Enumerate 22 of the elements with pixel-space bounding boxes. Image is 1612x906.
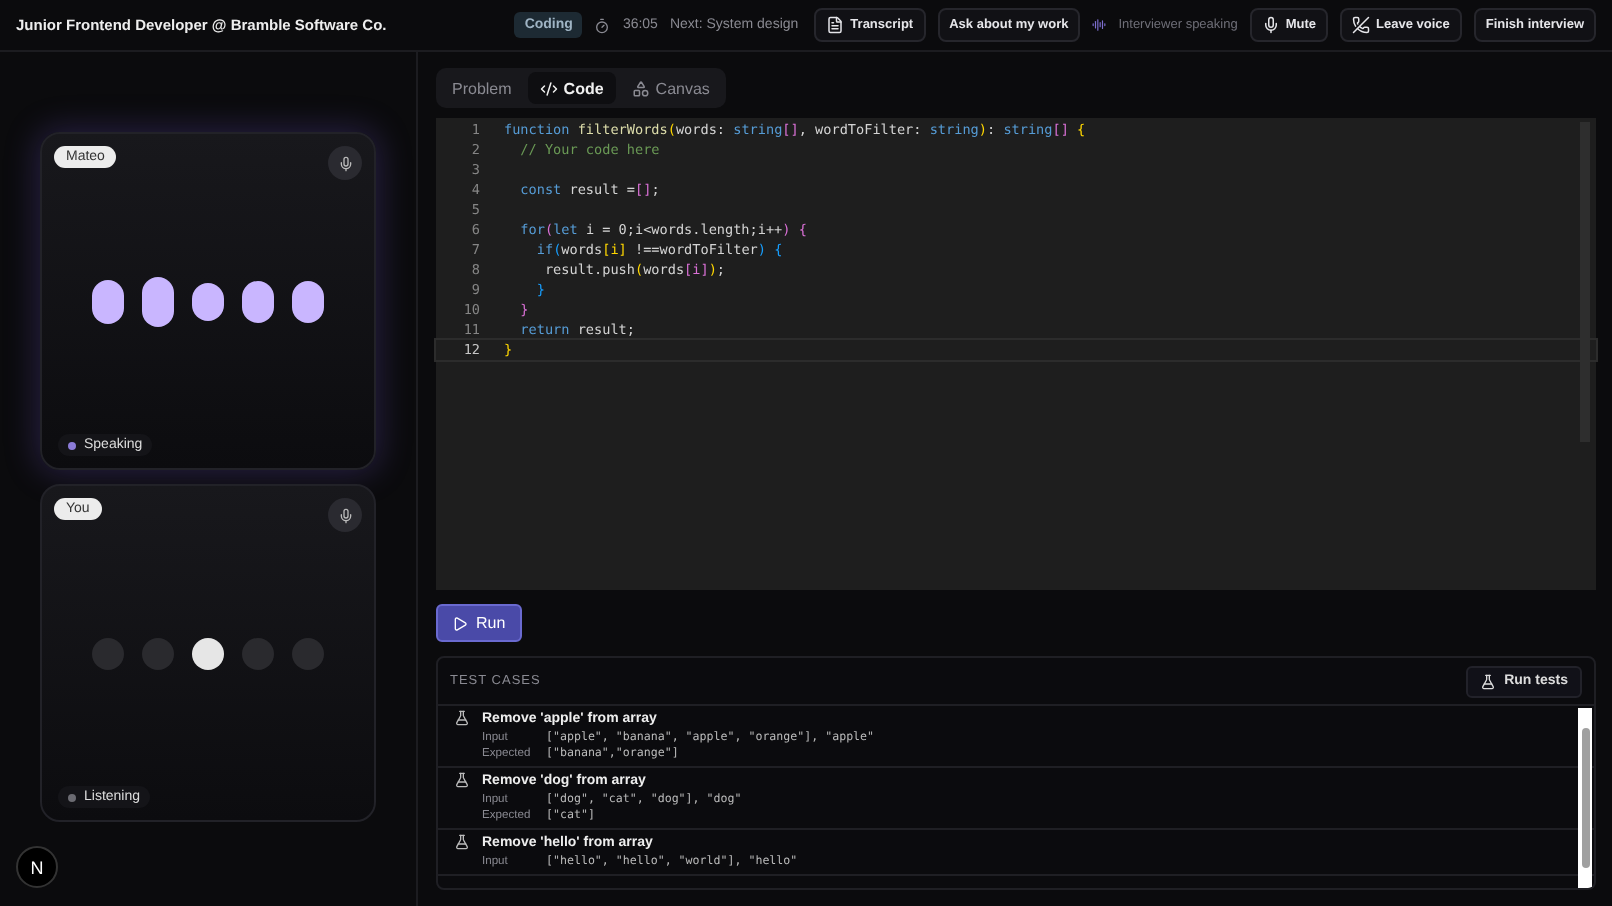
- run-button[interactable]: Run: [436, 604, 522, 642]
- mic-button[interactable]: [328, 498, 362, 532]
- shapes-icon: [631, 79, 650, 97]
- tab[interactable]: Code: [527, 72, 616, 104]
- logo[interactable]: N: [16, 846, 58, 888]
- tab[interactable]: Problem: [440, 72, 524, 104]
- scrollbar[interactable]: [1578, 708, 1592, 888]
- mic-icon: [337, 507, 353, 523]
- code-icon: [539, 79, 558, 97]
- mic-button[interactable]: [328, 146, 362, 180]
- flask-icon: [454, 772, 470, 788]
- audio-wave-icon: [1092, 18, 1107, 32]
- mic-icon: [337, 155, 353, 171]
- transcript-icon: [826, 16, 845, 34]
- play-icon: [452, 615, 468, 631]
- flask-icon: [454, 834, 470, 850]
- phone-off-icon: [1352, 16, 1371, 34]
- timer-icon: [594, 17, 611, 33]
- mic-icon: [1261, 16, 1280, 34]
- tab[interactable]: Canvas: [619, 72, 722, 104]
- flask-icon: [1480, 673, 1497, 689]
- flask-icon: [454, 710, 470, 726]
